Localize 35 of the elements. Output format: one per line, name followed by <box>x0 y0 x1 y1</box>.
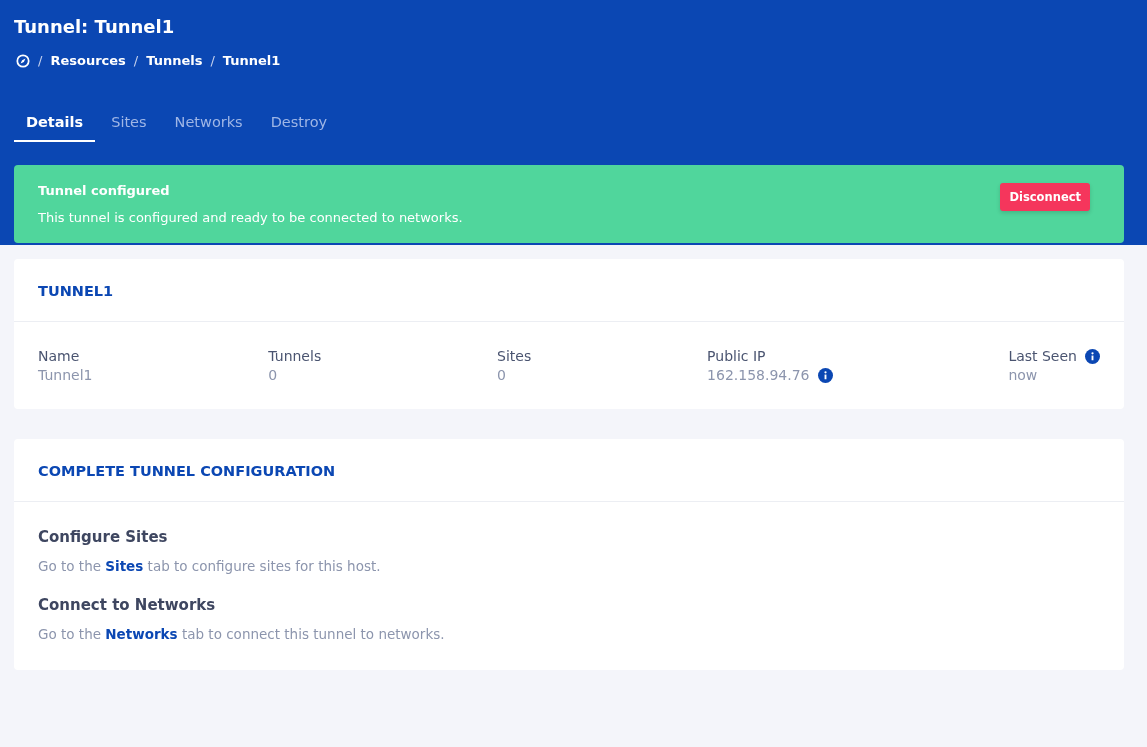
breadcrumb-link[interactable]: Tunnel1 <box>222 53 281 68</box>
alert-message: This tunnel is configured and ready to be connected to networks. <box>38 210 463 225</box>
stat-value: 0 <box>268 367 278 383</box>
breadcrumb-separator: / <box>210 53 215 68</box>
alert-title: Tunnel configured <box>38 183 171 198</box>
tab[interactable]: Details <box>14 110 96 142</box>
compass-icon[interactable] <box>16 53 30 68</box>
disconnect-button[interactable]: Disconnect <box>1000 183 1090 211</box>
tab[interactable]: Sites <box>99 110 159 142</box>
card-title: COMPLETE TUNNEL CONFIGURATION <box>14 439 1124 502</box>
card-title: TUNNEL1 <box>14 259 1124 322</box>
step-description: Go to the Networks tab to connect this tunnel to networks. <box>38 626 446 642</box>
stat-value: Tunnel1 <box>38 367 93 383</box>
stat-label: Tunnels <box>268 348 322 364</box>
breadcrumb-link[interactable]: Resources <box>50 53 126 68</box>
stat-label: Last Seen <box>1008 348 1077 364</box>
tab-link[interactable]: Networks <box>105 626 178 642</box>
step-description: Go to the Sites tab to configure sites for this host. <box>38 558 382 574</box>
step-heading: Configure Sites <box>38 528 169 546</box>
info-icon[interactable] <box>1085 348 1100 364</box>
step-heading: Connect to Networks <box>38 596 217 614</box>
tab[interactable]: Networks <box>162 110 255 142</box>
stat-label: Public IP <box>707 348 766 364</box>
stat-value: 0 <box>497 367 506 383</box>
breadcrumb-separator: / <box>38 53 43 68</box>
tab[interactable]: Destroy <box>258 110 340 142</box>
breadcrumb-separator: / <box>133 53 139 68</box>
tab-link[interactable]: Sites <box>105 558 144 574</box>
breadcrumb-link[interactable]: Tunnels <box>146 53 203 68</box>
stat-label: Sites <box>497 348 532 364</box>
page-title: Tunnel: Tunnel1 <box>14 15 176 37</box>
info-icon[interactable] <box>817 367 833 383</box>
stat-label: Name <box>38 348 80 364</box>
stat-value: now <box>1008 367 1038 383</box>
stat-value: 162.158.94.76 <box>707 367 810 383</box>
